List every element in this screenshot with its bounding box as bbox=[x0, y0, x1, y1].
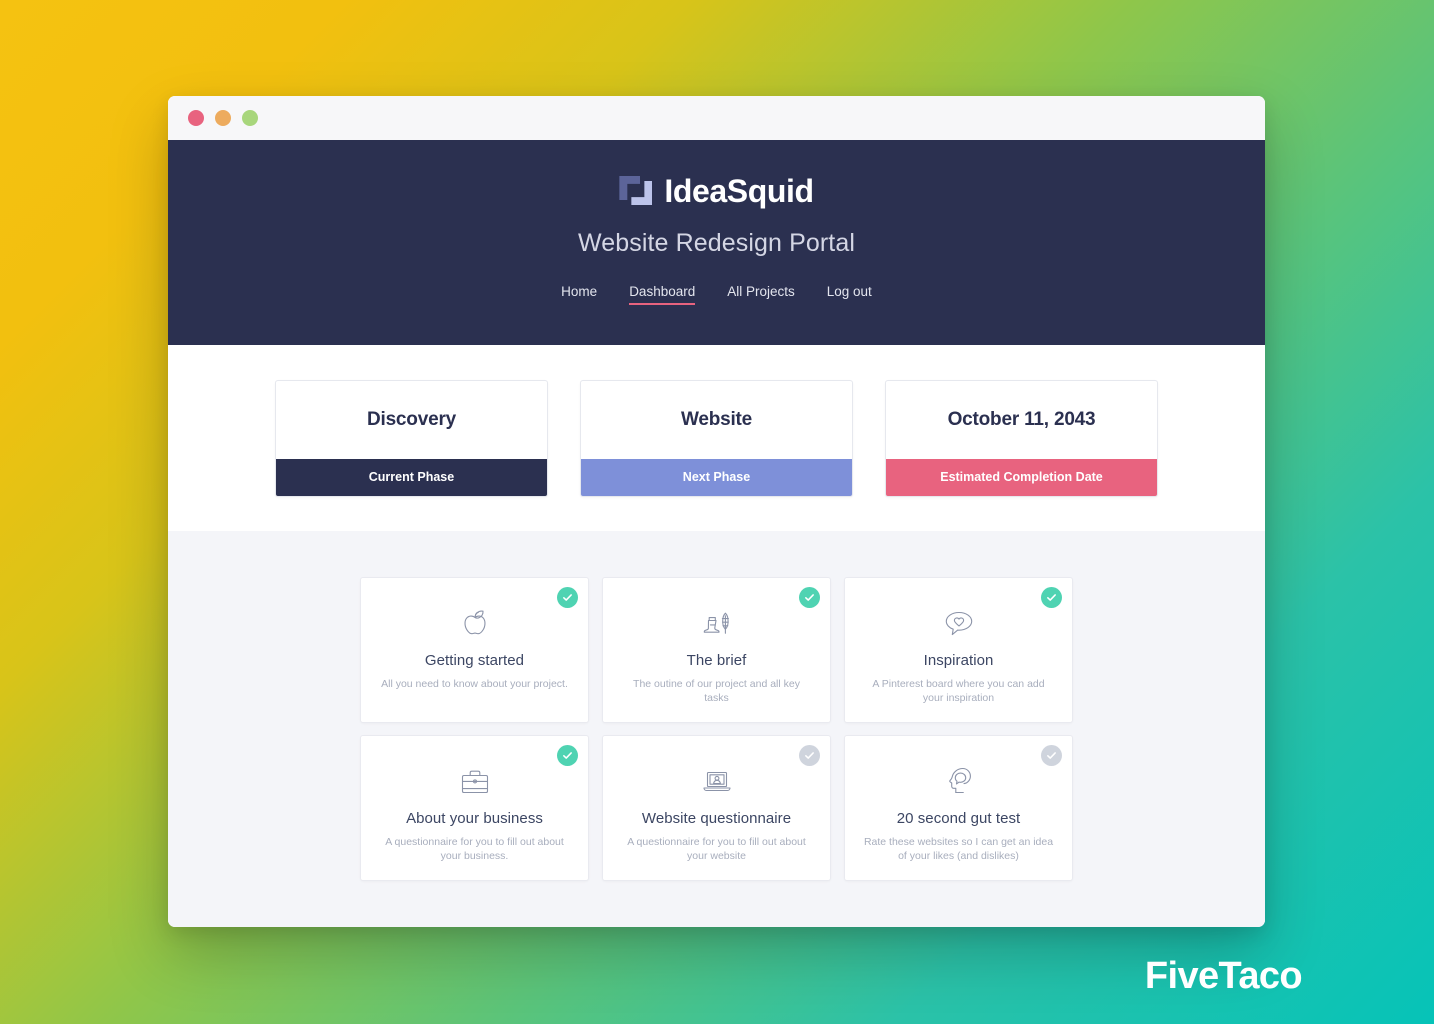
task-description: All you need to know about your project. bbox=[381, 678, 568, 690]
task-title: 20 second gut test bbox=[896, 810, 1021, 827]
status-badge bbox=[1041, 587, 1062, 608]
phase-card-band-label: Next Phase bbox=[581, 458, 852, 496]
task-card-inspiration[interactable]: Inspiration A Pinterest board where you … bbox=[844, 577, 1073, 723]
task-description: A Pinterest board where you can add your… bbox=[872, 678, 1045, 705]
phase-card-band-label: Current Phase bbox=[276, 458, 547, 496]
task-card-gut-test[interactable]: 20 second gut test Rate these websites s… bbox=[844, 735, 1073, 881]
phase-card-value: October 11, 2043 bbox=[947, 408, 1096, 430]
window-close-button[interactable] bbox=[188, 110, 204, 126]
brand-name: IdeaSquid bbox=[664, 172, 814, 209]
task-title: Inspiration bbox=[923, 652, 994, 669]
nav-item-home[interactable]: Home bbox=[561, 284, 597, 305]
phase-card-completion-date: October 11, 2043 Estimated Completion Da… bbox=[885, 379, 1158, 497]
phase-card-value: Discovery bbox=[366, 408, 457, 430]
task-description: The outine of our project and all key ta… bbox=[633, 678, 800, 705]
phase-card-next: Website Next Phase bbox=[580, 379, 853, 497]
nav-item-all-projects[interactable]: All Projects bbox=[727, 284, 795, 305]
window-titlebar bbox=[168, 96, 1265, 140]
phase-card-band-label: Estimated Completion Date bbox=[886, 458, 1157, 496]
page-title: Website Redesign Portal bbox=[578, 229, 855, 257]
task-grid-section: Getting started All you need to know abo… bbox=[168, 531, 1265, 927]
main-navigation: Home Dashboard All Projects Log out bbox=[561, 284, 872, 305]
fivetaco-watermark: FiveTaco bbox=[1144, 955, 1303, 997]
task-title: Getting started bbox=[424, 652, 525, 669]
task-card-getting-started[interactable]: Getting started All you need to know abo… bbox=[360, 577, 589, 723]
window-maximize-button[interactable] bbox=[242, 110, 258, 126]
phase-card-current: Discovery Current Phase bbox=[275, 379, 548, 497]
task-card-the-brief[interactable]: The brief The outine of our project and … bbox=[602, 577, 831, 723]
task-grid: Getting started All you need to know abo… bbox=[360, 577, 1073, 881]
site-header: IdeaSquid Website Redesign Portal Home D… bbox=[168, 140, 1265, 345]
task-title: Website questionnaire bbox=[641, 810, 792, 827]
task-card-website-questionnaire[interactable]: Website questionnaire A questionnaire fo… bbox=[602, 735, 831, 881]
nav-item-log-out[interactable]: Log out bbox=[827, 284, 872, 305]
status-badge bbox=[799, 587, 820, 608]
task-description: Rate these websites so I can get an idea… bbox=[863, 836, 1054, 863]
status-badge bbox=[799, 745, 820, 766]
browser-window: IdeaSquid Website Redesign Portal Home D… bbox=[168, 96, 1265, 927]
inkwell-quill-icon bbox=[699, 604, 735, 642]
task-description: A questionnaire for you to fill out abou… bbox=[385, 836, 564, 863]
ideasquid-bracket-logo-icon bbox=[619, 174, 653, 207]
status-badge bbox=[1041, 745, 1062, 766]
phase-card-value: Website bbox=[680, 408, 753, 430]
brand-logo[interactable]: IdeaSquid bbox=[619, 172, 814, 209]
task-description: A questionnaire for you to fill out abou… bbox=[627, 836, 806, 863]
status-badge bbox=[557, 587, 578, 608]
apple-icon bbox=[458, 604, 492, 642]
window-minimize-button[interactable] bbox=[215, 110, 231, 126]
status-badge bbox=[557, 745, 578, 766]
task-title: The brief bbox=[686, 652, 747, 669]
laptop-person-icon bbox=[698, 762, 736, 800]
phase-summary-strip: Discovery Current Phase Website Next Pha… bbox=[168, 345, 1265, 531]
heart-speech-bubble-icon bbox=[941, 604, 977, 642]
head-thought-icon bbox=[942, 762, 976, 800]
nav-item-dashboard[interactable]: Dashboard bbox=[629, 284, 696, 305]
task-card-about-your-business[interactable]: About your business A questionnaire for … bbox=[360, 735, 589, 881]
task-title: About your business bbox=[406, 810, 543, 827]
briefcase-icon bbox=[456, 762, 494, 800]
